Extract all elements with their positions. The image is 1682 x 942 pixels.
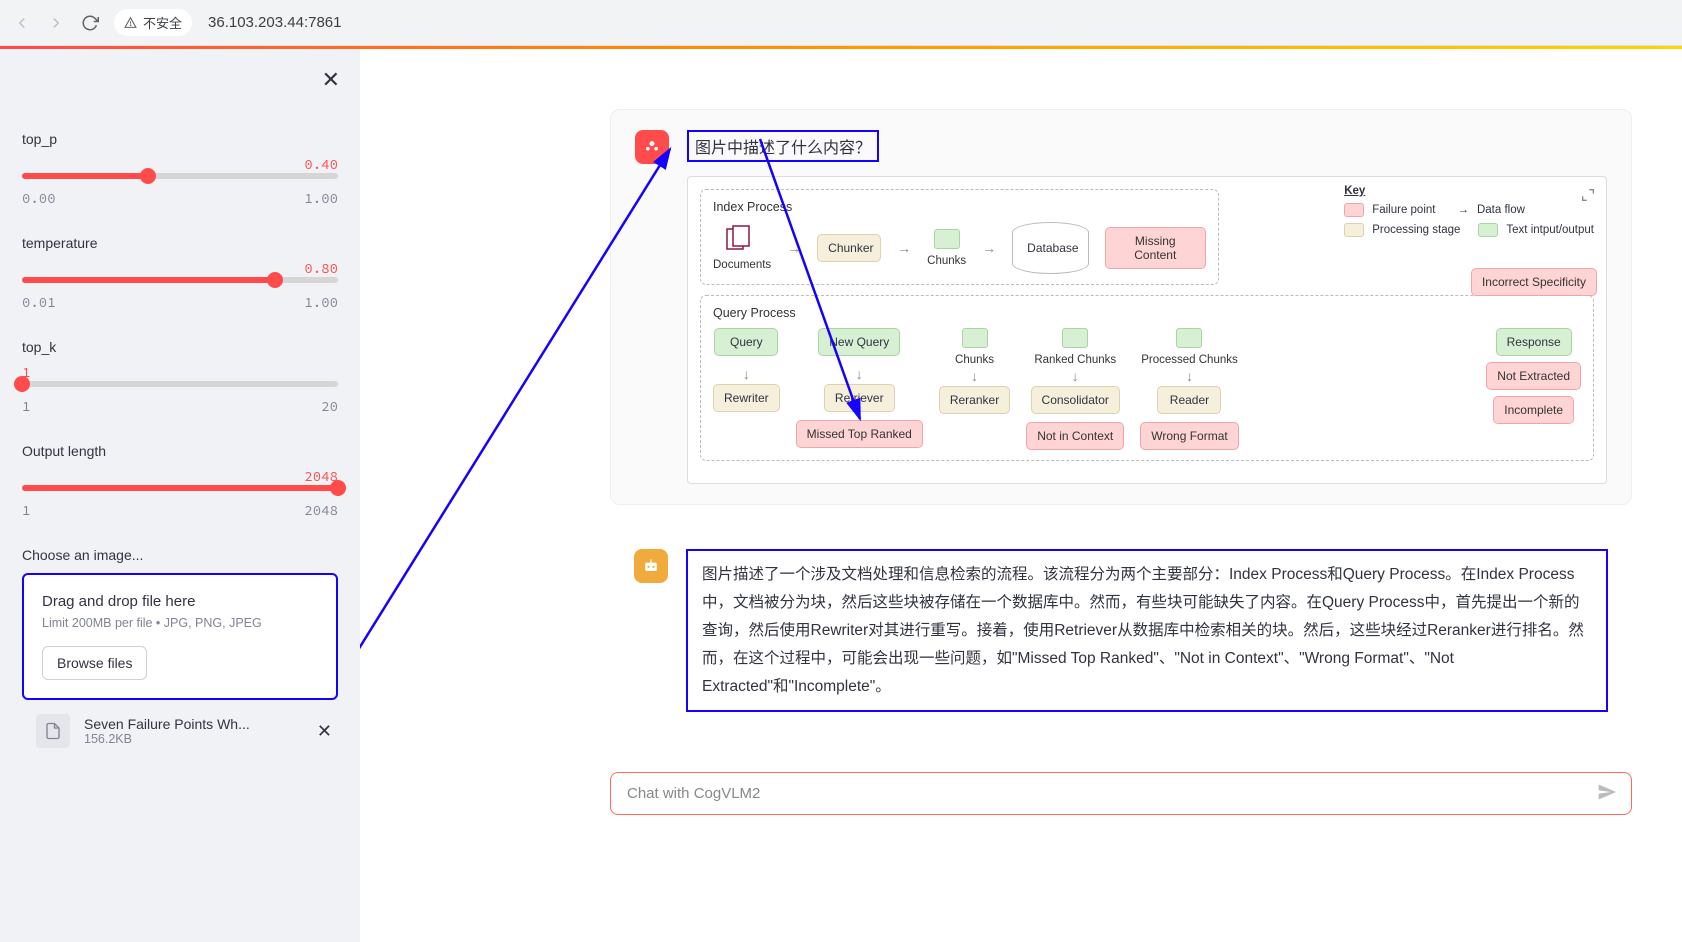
- slider-max: 1.00: [304, 293, 338, 311]
- slider-label: temperature: [22, 235, 338, 251]
- retriever-node: Retriever: [824, 384, 895, 412]
- not-extracted-fail: Not Extracted: [1486, 362, 1581, 390]
- documents-icon: [725, 225, 759, 253]
- browser-toolbar: 不安全 36.103.203.44:7861: [0, 0, 1682, 46]
- slider-label: top_k: [22, 339, 338, 355]
- slider-temperature: temperature 0.80 0.01 1.00: [22, 235, 338, 311]
- reader-node: Reader: [1157, 386, 1221, 414]
- file-upload-dropzone[interactable]: Drag and drop file here Limit 200MB per …: [22, 573, 338, 700]
- missed-top-fail: Missed Top Ranked: [796, 420, 923, 448]
- slider-min: 1: [22, 397, 30, 415]
- not-in-context-fail: Not in Context: [1026, 422, 1124, 450]
- main-chat: 图片中描述了什么内容？ Key Failure point→Data flow …: [360, 49, 1682, 942]
- chat-message-bot: 图片描述了一个涉及文档处理和信息检索的流程。该流程分为两个主要部分：Index …: [610, 529, 1632, 732]
- reranker-node: Reranker: [939, 386, 1010, 414]
- uploaded-image-diagram: Key Failure point→Data flow Processing s…: [687, 176, 1607, 484]
- slider-top-p: top_p 0.40 0.00 1.00: [22, 131, 338, 207]
- slider-track[interactable]: [22, 173, 338, 179]
- uploaded-file-row: Seven Failure Points Wh... 156.2KB ✕: [22, 700, 338, 748]
- incomplete-fail: Incomplete: [1493, 396, 1574, 424]
- chat-message-user: 图片中描述了什么内容？ Key Failure point→Data flow …: [610, 109, 1632, 505]
- slider-track[interactable]: [22, 381, 338, 387]
- chat-placeholder: Chat with CogVLM2: [627, 785, 760, 802]
- slider-top-k: top_k 1 1 20: [22, 339, 338, 415]
- address-url[interactable]: 36.103.203.44:7861: [208, 14, 341, 31]
- nav-forward-button[interactable]: [46, 13, 66, 33]
- warning-icon: [124, 16, 137, 29]
- consolidator-node: Consolidator: [1031, 386, 1120, 414]
- index-process-box: Index Process Documents → Chunker → Chun…: [700, 189, 1219, 285]
- file-picker-label: Choose an image...: [22, 547, 338, 563]
- chat-input[interactable]: Chat with CogVLM2: [610, 772, 1632, 815]
- chunker-node: Chunker: [817, 234, 881, 262]
- query-title: Query Process: [713, 306, 1581, 320]
- slider-value: 0.80: [22, 259, 338, 277]
- slider-label: top_p: [22, 131, 338, 147]
- bot-response: 图片描述了一个涉及文档处理和信息检索的流程。该流程分为两个主要部分：Index …: [686, 549, 1608, 712]
- slider-min: 1: [22, 501, 30, 519]
- key-flow: Data flow: [1477, 204, 1525, 216]
- key-text: Text intput/output: [1506, 224, 1594, 236]
- missing-content-fail: Missing Content: [1105, 227, 1205, 269]
- response-node: Response: [1496, 328, 1572, 356]
- security-label: 不安全: [143, 13, 182, 32]
- slider-track[interactable]: [22, 277, 338, 283]
- diagram-key: Key Failure point→Data flow Processing s…: [1344, 185, 1594, 237]
- key-stage: Processing stage: [1372, 224, 1460, 236]
- slider-min: 0.00: [22, 189, 56, 207]
- slider-max: 2048: [304, 501, 338, 519]
- new-query-node: New Query: [818, 328, 900, 356]
- key-failure: Failure point: [1372, 204, 1435, 216]
- slider-max: 20: [321, 397, 338, 415]
- upload-hint: Limit 200MB per file • JPG, PNG, JPEG: [42, 616, 318, 630]
- slider-max: 1.00: [304, 189, 338, 207]
- send-icon[interactable]: [1597, 782, 1617, 806]
- rewriter-node: Rewriter: [713, 384, 780, 412]
- security-badge[interactable]: 不安全: [114, 9, 192, 36]
- close-icon[interactable]: ✕: [322, 67, 340, 93]
- nav-reload-button[interactable]: [80, 13, 100, 33]
- file-size: 156.2KB: [84, 732, 303, 746]
- query-node: Query: [714, 328, 778, 356]
- incorrect-specificity-fail: Incorrect Specificity: [1471, 268, 1597, 296]
- user-avatar-icon: [635, 130, 669, 164]
- nav-back-button[interactable]: [12, 13, 32, 33]
- file-icon: [36, 714, 70, 748]
- query-process-box: Incorrect Specificity Query Process Quer…: [700, 295, 1594, 461]
- index-title: Index Process: [713, 200, 1206, 214]
- bot-avatar-icon: [634, 549, 668, 583]
- browse-files-button[interactable]: Browse files: [42, 646, 147, 680]
- slider-output-length: Output length 2048 1 2048: [22, 443, 338, 519]
- slider-min: 0.01: [22, 293, 56, 311]
- slider-value: 1: [22, 363, 338, 381]
- sidebar: ✕ top_p 0.40 0.00 1.00 temperature 0.80 0…: [0, 49, 360, 942]
- slider-value: 2048: [22, 467, 338, 485]
- upload-title: Drag and drop file here: [42, 593, 318, 610]
- slider-value: 0.40: [22, 155, 338, 173]
- file-name: Seven Failure Points Wh...: [84, 716, 303, 732]
- slider-label: Output length: [22, 443, 338, 459]
- wrong-format-fail: Wrong Format: [1140, 422, 1238, 450]
- key-title: Key: [1344, 185, 1365, 197]
- chat-input-container: Chat with CogVLM2: [610, 772, 1632, 815]
- user-question: 图片中描述了什么内容？: [687, 130, 879, 162]
- slider-track[interactable]: [22, 485, 338, 491]
- database-node: Database: [1012, 222, 1089, 274]
- remove-file-button[interactable]: ✕: [317, 721, 332, 742]
